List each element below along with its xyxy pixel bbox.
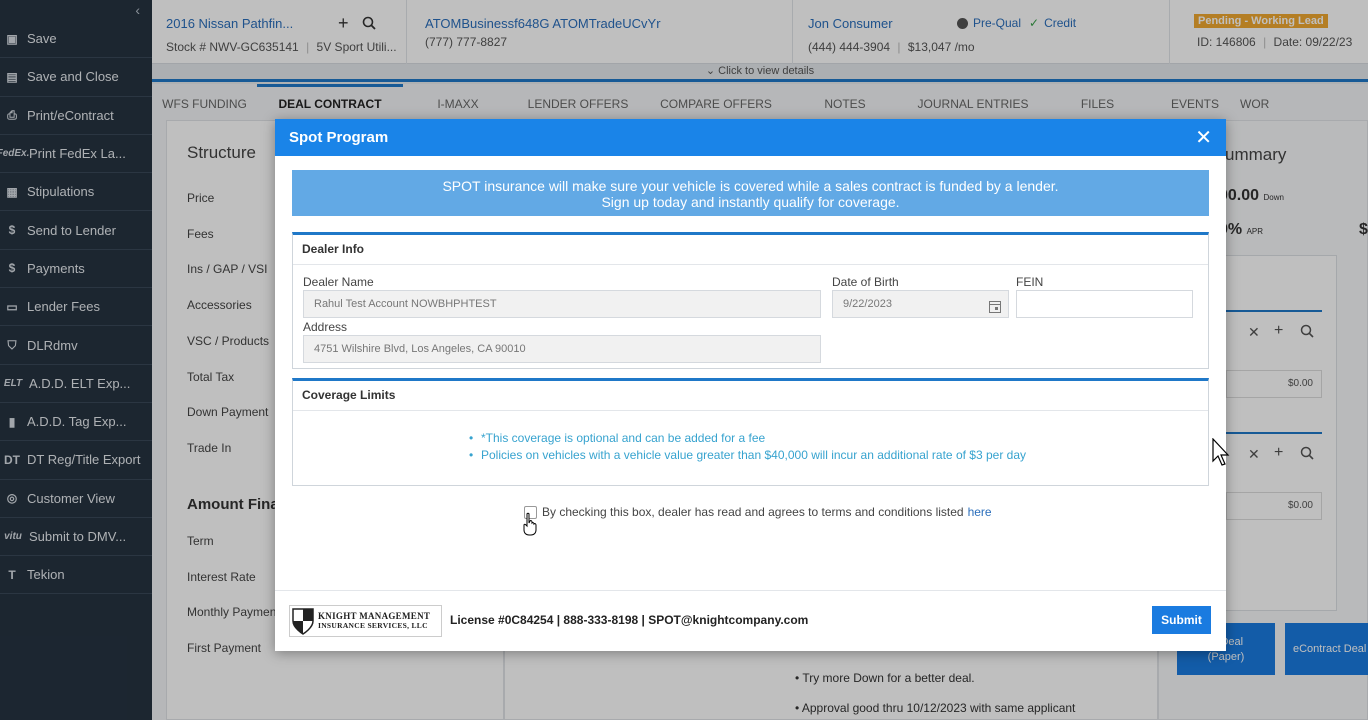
spot-banner: SPOT insurance will make sure your vehic… [292,170,1209,216]
banner-line: Sign up today and instantly qualify for … [601,194,900,210]
modal-title: Spot Program [289,129,389,146]
logo-line: INSURANCE SERVICES, LLC [318,621,428,630]
coverage-item: *This coverage is optional and can be ad… [469,431,1208,445]
fein-field[interactable] [1016,290,1193,318]
close-icon[interactable]: ✕ [1195,128,1212,148]
license-text: License #0C84254 | 888-333-8198 | SPOT@k… [450,613,809,627]
submit-button[interactable]: Submit [1152,606,1211,634]
dob-label: Date of Birth [832,275,899,289]
agree-row: By checking this box, dealer has read an… [524,505,992,519]
mouse-cursor-icon [1212,438,1230,466]
dealer-name-label: Dealer Name [303,275,374,289]
dealer-info-section: Dealer Info Dealer Name Rahul Test Accou… [292,232,1209,369]
agree-text: By checking this box, dealer has read an… [542,505,964,519]
modal-header: Spot Program ✕ [275,119,1226,156]
logo-line: KNIGHT MANAGEMENT [318,611,431,621]
spot-program-modal: Spot Program ✕ SPOT insurance will make … [275,119,1226,651]
coverage-limits-section: Coverage Limits *This coverage is option… [292,378,1209,486]
coverage-list: *This coverage is optional and can be ad… [293,411,1208,486]
banner-line: SPOT insurance will make sure your vehic… [442,178,1059,194]
coverage-limits-title: Coverage Limits [293,381,1208,411]
dob-field[interactable]: 9/22/2023 [832,290,1009,318]
dob-value: 9/22/2023 [843,298,892,310]
fein-label: FEIN [1016,275,1044,289]
dealer-name-field[interactable]: Rahul Test Account NOWBHPHTEST [303,290,821,318]
shield-logo-icon [292,608,314,635]
calendar-icon[interactable] [989,297,1001,323]
knight-logo: KNIGHT MANAGEMENT INSURANCE SERVICES, LL… [289,605,442,637]
hand-cursor-icon [523,512,537,536]
coverage-item: Policies on vehicles with a vehicle valu… [469,448,1208,462]
dealer-info-title: Dealer Info [293,235,1208,265]
address-field[interactable]: 4751 Wilshire Blvd, Los Angeles, CA 9001… [303,335,821,363]
address-label: Address [303,320,348,334]
modal-footer: KNIGHT MANAGEMENT INSURANCE SERVICES, LL… [275,590,1226,651]
terms-link[interactable]: here [968,505,992,519]
